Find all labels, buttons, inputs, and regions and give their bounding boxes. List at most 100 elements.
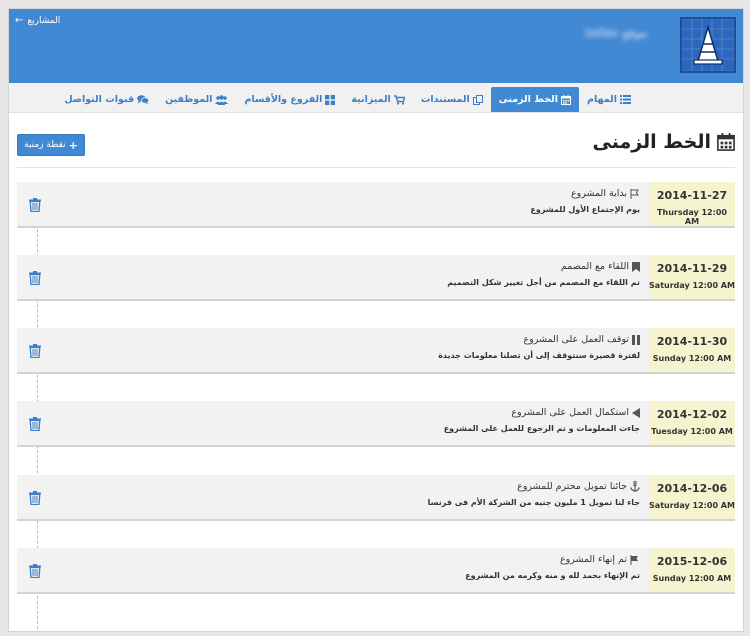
trash-icon [29,198,41,213]
entry-description: جاء لنا تمويل 1 مليون جنيه من الشركة الأ… [427,498,640,507]
documents-icon [472,94,483,105]
entry-date: 2014-12-02 [656,408,728,421]
entry-description: لفترة قصيرة سنتوقف إلى أن تصلنا معلومات … [438,351,640,360]
entry-day-time: Thursday 12:00 AM [657,208,727,226]
tab-label: الميزانية [351,94,391,105]
delete-entry-button[interactable] [29,563,41,582]
play-icon [632,407,640,418]
entry-date-box: 2014-11-30 Sunday 12:00 AM [649,328,735,372]
delete-entry-button[interactable] [29,490,41,509]
entry-description: يوم الإجتماع الأول للمشروع [530,205,640,214]
delete-entry-button[interactable] [29,416,41,435]
entry-title-text: جائنا تمويل محترم للمشروع [517,481,627,492]
entry-date-box: 2014-11-27 Thursday 12:00 AM [649,182,735,226]
entry-date: 2014-11-29 [656,262,728,275]
entry-date: 2015-12-06 [656,555,728,568]
delete-entry-button[interactable] [29,197,41,216]
add-button-label: نقطة زمنية [24,140,66,150]
delete-entry-button[interactable] [29,270,41,289]
tab-timeline[interactable]: الخط الزمنى [490,87,579,112]
entry-title-text: توقف العمل على المشروع [523,334,629,345]
entry-title: توقف العمل على المشروع [438,334,640,345]
tab-communication[interactable]: قنوات التواصل [56,87,157,112]
tab-tasks[interactable]: المهام [579,87,639,112]
timeline-entry: 2014-11-27 Thursday 12:00 AM بداية المشر… [17,182,735,228]
tab-label: المهام [587,94,617,105]
anchor-icon [630,481,640,492]
tab-label: الموظفين [165,94,213,105]
project-name: موقع tollav [585,26,647,40]
tab-list: المهام الخط الزمنى المستندات الميزانية ا… [56,87,639,112]
entry-date-box: 2014-12-06 Saturday 12:00 AM [649,475,735,519]
entry-body: توقف العمل على المشروع لفترة قصيرة سنتوق… [438,334,640,360]
calendar-icon [717,133,735,151]
entry-description: جاءت المعلومات و تم الرجوع للعمل على الم… [443,424,640,433]
entry-day-time: Sunday 12:00 AM [652,354,732,363]
entry-body: تم إنهاء المشروع تم الإنهاء بحمد لله و م… [465,554,640,580]
entry-body: بداية المشروع يوم الإجتماع الأول للمشروع [530,188,640,214]
trash-icon [29,491,41,506]
header-bar: المشاريع ← موقع tollav [9,9,743,83]
grid-icon [325,94,336,105]
flag-icon [630,554,638,565]
bookmark-icon [632,261,640,272]
back-link-label: المشاريع [27,16,61,26]
entry-body: جائنا تمويل محترم للمشروع جاء لنا تمويل … [428,481,640,507]
cart-icon [393,94,405,105]
tab-label: الفروع والأقسام [244,94,323,105]
comments-icon [137,94,150,104]
list-icon [620,95,631,104]
trash-icon [29,564,41,579]
entry-date: 2014-11-27 [656,189,728,202]
entry-date-box: 2014-12-02 Tuesday 12:00 AM [649,401,735,445]
page-title: الخط الزمنى [592,131,735,153]
back-to-projects-link[interactable]: المشاريع ← [15,15,61,27]
tab-budget[interactable]: الميزانية [343,87,412,112]
timeline-entry: 2014-12-02 Tuesday 12:00 AM استكمال العم… [17,401,735,447]
entry-body: استكمال العمل على المشروع جاءت المعلومات… [444,407,640,433]
trash-icon [29,271,41,286]
entry-day-time: Saturday 12:00 AM [649,501,735,510]
tab-branches[interactable]: الفروع والأقسام [236,87,343,112]
entry-title: استكمال العمل على المشروع [444,407,640,418]
page-title-text: الخط الزمنى [592,131,711,153]
entry-title-text: بداية المشروع [570,188,627,199]
entry-title: اللقاء مع المصمم [447,261,640,272]
entry-day-time: Saturday 12:00 AM [649,281,735,290]
delete-entry-button[interactable] [29,343,41,362]
tabs-bar: المهام الخط الزمنى المستندات الميزانية ا… [9,83,743,113]
tab-employees[interactable]: الموظفين [157,87,236,112]
entry-title: تم إنهاء المشروع [465,554,640,565]
timeline-entry: 2015-12-06 Sunday 12:00 AM تم إنهاء المش… [17,548,735,594]
project-logo [680,17,736,73]
plus-icon: + [68,138,78,152]
entry-title: بداية المشروع [530,188,640,199]
trash-icon [29,344,41,359]
divider [17,167,735,168]
entry-date-box: 2015-12-06 Sunday 12:00 AM [649,548,735,592]
app-window: المشاريع ← موقع tollav المهام الخط الزمن… [8,8,744,632]
trash-icon [29,417,41,432]
entry-title: جائنا تمويل محترم للمشروع [428,481,640,492]
entry-date: 2014-11-30 [656,335,728,348]
add-timepoint-button[interactable]: + نقطة زمنية [17,134,85,156]
entry-date: 2014-12-06 [656,482,728,495]
pause-icon [632,334,640,345]
timeline-entry: 2014-12-06 Saturday 12:00 AM جائنا تمويل… [17,475,735,521]
arrow-left-icon: ← [15,15,24,26]
flag-outline-icon [630,188,639,199]
tab-label: قنوات التواصل [64,94,135,105]
entry-day-time: Tuesday 12:00 AM [651,427,733,436]
entry-title-text: استكمال العمل على المشروع [511,407,629,418]
entry-title-text: اللقاء مع المصمم [560,261,629,272]
timeline-entry: 2014-11-30 Sunday 12:00 AM توقف العمل عل… [17,328,735,374]
entry-date-box: 2014-11-29 Saturday 12:00 AM [649,255,735,299]
timeline-entry: 2014-11-29 Saturday 12:00 AM اللقاء مع ا… [17,255,735,301]
tab-documents[interactable]: المستندات [413,87,491,112]
entry-body: اللقاء مع المصمم تم اللقاء مع المصمم من … [447,261,640,287]
entry-day-time: Sunday 12:00 AM [652,574,732,583]
entry-description: تم الإنهاء بحمد لله و منه وكرمه من المشر… [465,571,640,580]
entry-description: تم اللقاء مع المصمم من أجل تغيير شكل الت… [447,278,640,287]
users-icon [215,94,229,105]
entry-title-text: تم إنهاء المشروع [559,554,627,565]
